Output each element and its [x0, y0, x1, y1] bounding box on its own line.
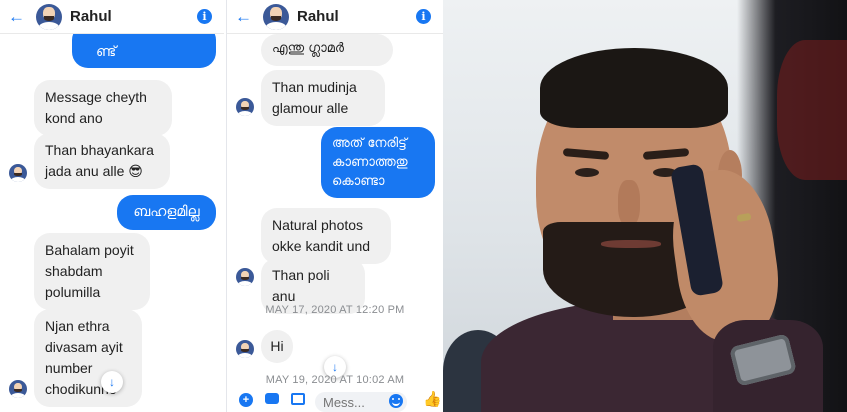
- message-bubble-in[interactable]: എന്തു ഗ്ലാമർ: [261, 34, 393, 66]
- info-icon[interactable]: i: [197, 9, 212, 24]
- back-arrow-icon[interactable]: ←: [8, 8, 25, 25]
- chat-panel-left: ← Rahul i ണ്ട് Message cheyth kond ano T…: [0, 0, 224, 412]
- chat-header: ← Rahul i: [0, 0, 224, 34]
- back-arrow-icon[interactable]: ←: [235, 8, 252, 25]
- message-composer: + 👍: [227, 390, 443, 412]
- info-icon[interactable]: i: [416, 9, 431, 24]
- message-bubble-in[interactable]: Natural photos okke kandit und: [261, 208, 391, 264]
- photo-hair: [540, 48, 728, 128]
- camera-icon[interactable]: [265, 393, 279, 404]
- avatar[interactable]: [263, 3, 289, 30]
- message-text: Message cheyth kond ano: [45, 89, 147, 126]
- timestamp: MAY 19, 2020 AT 10:02 AM: [265, 374, 405, 386]
- message-bubble-in[interactable]: Than mudinja glamour alle: [261, 70, 385, 126]
- avatar: [236, 98, 254, 116]
- photo-mouth: [601, 240, 661, 248]
- message-text: ബഹളമില്ല: [133, 204, 200, 220]
- message-text: ണ്ട്: [96, 44, 117, 60]
- scroll-down-icon[interactable]: ↓: [101, 371, 123, 393]
- photo-nose: [618, 180, 640, 226]
- message-bubble-out[interactable]: അത് നേരിട്ട് കാണാത്തതു കൊണ്ടാ: [321, 127, 435, 198]
- avatar: [9, 380, 27, 398]
- person-photo: [443, 0, 847, 412]
- avatar: [236, 340, 254, 358]
- message-text: Natural photos okke kandit und: [272, 217, 371, 254]
- emoji-icon[interactable]: [389, 394, 403, 408]
- message-bubble-in[interactable]: Than bhayankara jada anu alle 😎: [34, 133, 170, 189]
- message-bubble-in[interactable]: Message cheyth kond ano: [34, 80, 172, 136]
- message-bubble-out[interactable]: ബഹളമില്ല: [117, 195, 216, 230]
- photo-eye: [575, 168, 599, 177]
- contact-name[interactable]: Rahul: [297, 8, 339, 25]
- message-text: എന്തു ഗ്ലാമർ: [272, 41, 344, 56]
- message-text: Than poli anu: [272, 267, 330, 304]
- message-bubble-in[interactable]: Njan ethra divasam ayit number chodikunn…: [34, 309, 142, 407]
- message-text: അത് നേരിട്ട് കാണാത്തതു കൊണ്ടാ: [332, 136, 408, 189]
- plus-icon[interactable]: +: [239, 393, 253, 407]
- message-text: Bahalam poyit shabdam polumilla: [45, 242, 134, 300]
- avatar: [236, 268, 254, 286]
- timestamp: MAY 17, 2020 AT 12:20 PM: [265, 304, 405, 316]
- message-bubble-in[interactable]: Hi: [261, 330, 293, 363]
- message-text: Than bhayankara jada anu alle 😎: [45, 142, 154, 179]
- image-icon[interactable]: [291, 393, 305, 405]
- message-text: Than mudinja glamour alle: [272, 79, 357, 116]
- message-text: Hi: [270, 338, 284, 354]
- message-bubble-in[interactable]: Bahalam poyit shabdam polumilla: [34, 233, 150, 310]
- avatar: [9, 164, 27, 182]
- avatar[interactable]: [36, 3, 62, 30]
- contact-name[interactable]: Rahul: [70, 8, 112, 25]
- chat-panel-middle: ← Rahul i എന്തു ഗ്ലാമർ Than mudinja glam…: [226, 0, 443, 412]
- chat-header: ← Rahul i: [227, 0, 443, 34]
- thumbs-up-icon[interactable]: 👍: [423, 390, 442, 408]
- photo-background-red: [777, 40, 847, 180]
